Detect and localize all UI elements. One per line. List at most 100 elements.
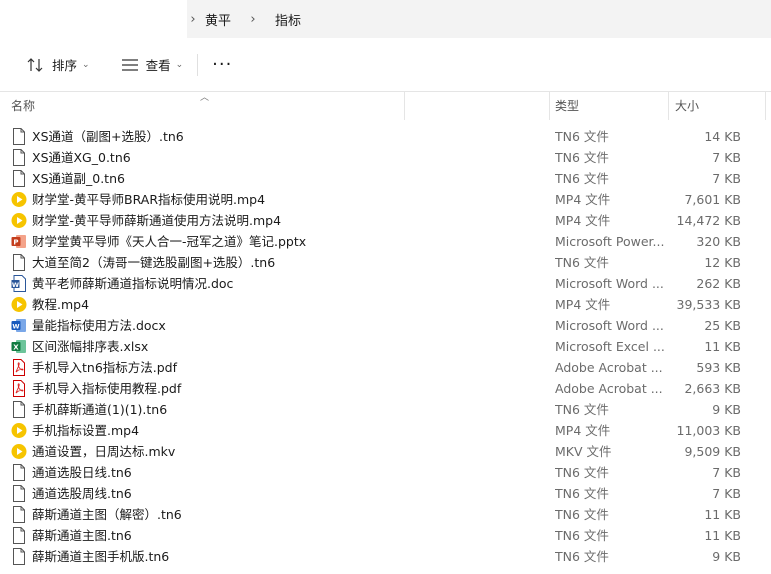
file-type: TN6 文件: [555, 171, 609, 186]
word-icon: W: [11, 319, 26, 332]
file-name: 区间涨幅排序表.xlsx: [32, 339, 149, 354]
breadcrumb-item[interactable]: 黄平: [199, 7, 237, 32]
file-name: 财学堂-黄平导师BRAR指标使用说明.mp4: [32, 192, 266, 207]
column-type[interactable]: 类型: [555, 92, 579, 120]
breadcrumb: › 黄平 › 指标: [187, 0, 771, 38]
file-row[interactable]: XS通道XG_0.tn6 TN6 文件 7 KB: [0, 147, 771, 168]
file-icon: [13, 485, 25, 502]
file-size: 9,509 KB: [684, 444, 741, 459]
file-row[interactable]: 薛斯通道主图（解密）.tn6 TN6 文件 11 KB: [0, 504, 771, 525]
file-type: TN6 文件: [555, 486, 609, 501]
file-type: TN6 文件: [555, 255, 609, 270]
column-name[interactable]: 名称: [11, 92, 35, 120]
file-size: 11 KB: [704, 528, 741, 543]
file-name: 财学堂-黄平导师薛斯通道使用方法说明.mp4: [32, 213, 282, 228]
file-icon: [13, 254, 25, 271]
video-icon: [11, 444, 27, 459]
file-name: 财学堂黄平导师《天人合一-冠军之道》笔记.pptx: [32, 234, 307, 249]
file-name: 薛斯通道主图手机版.tn6: [32, 549, 170, 564]
file-icon: [13, 149, 25, 166]
file-row[interactable]: 手机指标设置.mp4 MP4 文件 11,003 KB: [0, 420, 771, 441]
file-icon: [13, 548, 25, 565]
file-name: XS通道（副图+选股）.tn6: [32, 129, 184, 144]
file-row[interactable]: 财学堂-黄平导师薛斯通道使用方法说明.mp4 MP4 文件 14,472 KB: [0, 210, 771, 231]
file-row[interactable]: 薛斯通道主图.tn6 TN6 文件 11 KB: [0, 525, 771, 546]
file-row[interactable]: 大道至简2（涛哥一键选股副图+选股）.tn6 TN6 文件 12 KB: [0, 252, 771, 273]
sort-label: 排序: [52, 58, 78, 73]
toolbar: 排序 ⌄ 查看 ⌄ ···: [0, 38, 771, 92]
svg-text:X: X: [13, 344, 19, 352]
file-row[interactable]: 通道设置，日周达标.mkv MKV 文件 9,509 KB: [0, 441, 771, 462]
file-row[interactable]: 手机导入指标使用教程.pdf Adobe Acrobat ... 2,663 KB: [0, 378, 771, 399]
file-type: Microsoft Power...: [555, 234, 665, 249]
pdf-icon: [13, 380, 25, 397]
file-row[interactable]: XS通道副_0.tn6 TN6 文件 7 KB: [0, 168, 771, 189]
column-divider[interactable]: [668, 92, 669, 120]
file-type: Adobe Acrobat ...: [555, 381, 663, 396]
file-row[interactable]: 通道选股日线.tn6 TN6 文件 7 KB: [0, 462, 771, 483]
file-name: 大道至简2（涛哥一键选股副图+选股）.tn6: [32, 255, 276, 270]
file-row[interactable]: XS通道（副图+选股）.tn6 TN6 文件 14 KB: [0, 126, 771, 147]
file-name: XS通道副_0.tn6: [32, 171, 125, 186]
file-type: Microsoft Excel ...: [555, 339, 665, 354]
file-name: 薛斯通道主图（解密）.tn6: [32, 507, 182, 522]
file-type: MP4 文件: [555, 192, 611, 207]
file-row[interactable]: 教程.mp4 MP4 文件 39,533 KB: [0, 294, 771, 315]
chevron-right-icon: ›: [250, 11, 256, 27]
file-row[interactable]: X 区间涨幅排序表.xlsx Microsoft Excel ... 11 KB: [0, 336, 771, 357]
file-size: 11,003 KB: [676, 423, 741, 438]
file-size: 320 KB: [696, 234, 741, 249]
video-icon: [11, 423, 27, 438]
video-icon: [11, 192, 27, 207]
file-icon: [13, 128, 25, 145]
file-name: XS通道XG_0.tn6: [32, 150, 131, 165]
view-list-icon: [121, 58, 138, 71]
file-type: MKV 文件: [555, 444, 612, 459]
file-icon: [13, 527, 25, 544]
file-type: TN6 文件: [555, 129, 609, 144]
file-size: 7 KB: [712, 486, 741, 501]
file-type: TN6 文件: [555, 549, 609, 564]
file-size: 9 KB: [712, 549, 741, 564]
svg-text:W: W: [12, 323, 19, 331]
file-row[interactable]: W 量能指标使用方法.docx Microsoft Word ... 25 KB: [0, 315, 771, 336]
file-type: MP4 文件: [555, 213, 611, 228]
column-divider[interactable]: [404, 92, 405, 120]
file-icon: [13, 170, 25, 187]
file-size: 11 KB: [704, 339, 741, 354]
file-name: 通道选股日线.tn6: [32, 465, 132, 480]
file-name: 教程.mp4: [32, 297, 90, 312]
file-row[interactable]: P 财学堂黄平导师《天人合一-冠军之道》笔记.pptx Microsoft Powe…: [0, 231, 771, 252]
video-icon: [11, 297, 27, 312]
more-options-button[interactable]: ···: [204, 49, 240, 81]
file-type: MP4 文件: [555, 297, 611, 312]
file-name: 手机薛斯通道(1)(1).tn6: [32, 402, 168, 417]
svg-text:P: P: [13, 239, 18, 247]
file-row[interactable]: 通道选股周线.tn6 TN6 文件 7 KB: [0, 483, 771, 504]
chevron-down-icon: ⌄: [82, 59, 90, 70]
column-divider[interactable]: [765, 92, 766, 120]
file-row[interactable]: 薛斯通道主图手机版.tn6 TN6 文件 9 KB: [0, 546, 771, 567]
view-label: 查看: [145, 58, 171, 73]
file-size: 12 KB: [704, 255, 741, 270]
file-row[interactable]: 手机薛斯通道(1)(1).tn6 TN6 文件 9 KB: [0, 399, 771, 420]
file-type: Adobe Acrobat ...: [555, 360, 663, 375]
pdf-icon: [13, 359, 25, 376]
file-row[interactable]: 手机导入tn6指标方法.pdf Adobe Acrobat ... 593 KB: [0, 357, 771, 378]
file-row[interactable]: W 黄平老师薛斯通道指标说明情况.doc Microsoft Word ... 262…: [0, 273, 771, 294]
file-type: TN6 文件: [555, 402, 609, 417]
column-divider[interactable]: [549, 92, 550, 120]
sort-icon: [27, 57, 43, 72]
file-size: 14 KB: [704, 129, 741, 144]
file-row[interactable]: 财学堂-黄平导师BRAR指标使用说明.mp4 MP4 文件 7,601 KB: [0, 189, 771, 210]
column-size[interactable]: 大小: [675, 92, 699, 120]
file-icon: [13, 464, 25, 481]
breadcrumb-item[interactable]: 指标: [269, 7, 307, 32]
file-type: Microsoft Word ...: [555, 276, 664, 291]
view-button[interactable]: 查看 ⌄: [112, 49, 192, 81]
title-area: [0, 0, 187, 38]
sort-button[interactable]: 排序 ⌄: [18, 49, 98, 81]
file-type: TN6 文件: [555, 528, 609, 543]
file-icon: [13, 401, 25, 418]
file-type: Microsoft Word ...: [555, 318, 664, 333]
